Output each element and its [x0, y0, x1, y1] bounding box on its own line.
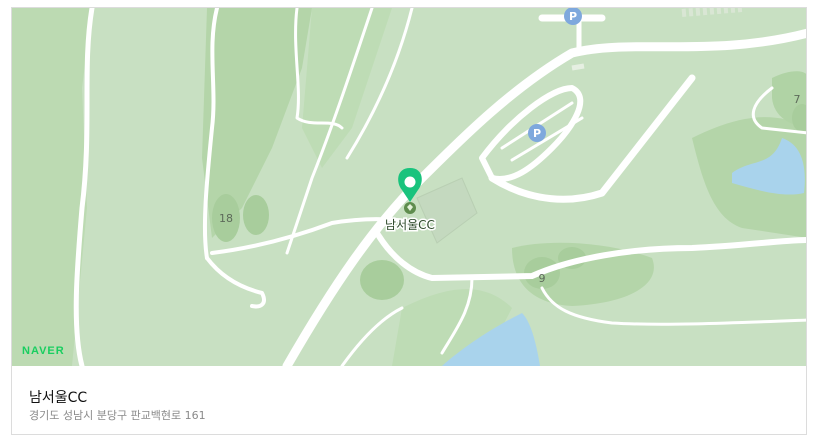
boundary-line — [571, 63, 585, 71]
parking-symbol: P — [533, 127, 541, 140]
parking-symbol: P — [569, 10, 577, 23]
boundary-line — [681, 8, 743, 17]
map-view[interactable]: 18 9 7 P P 남서울CC NAVER — [12, 8, 807, 366]
place-address: 경기도 성남시 분당구 판교백현로 161 — [29, 409, 206, 422]
naver-logo: NAVER — [22, 345, 65, 357]
rough-patch — [360, 260, 404, 300]
map-canvas[interactable]: 18 9 7 P P 남서울CC — [12, 8, 807, 366]
marker-label: 남서울CC — [385, 218, 435, 232]
map-card[interactable]: 18 9 7 P P 남서울CC NAVER 남서울CC 경기도 성남시 분당구… — [11, 7, 807, 435]
rough-patch — [243, 195, 269, 235]
place-info[interactable]: 남서울CC 경기도 성남시 분당구 판교백현로 161 — [12, 366, 806, 434]
hole-number-label: 7 — [794, 93, 801, 106]
parking-icon[interactable]: P — [528, 124, 546, 142]
place-title[interactable]: 남서울CC — [29, 387, 87, 407]
hole-number-label: 18 — [219, 212, 233, 225]
golf-course-icon — [404, 202, 416, 214]
hole-number-label: 9 — [539, 272, 546, 285]
